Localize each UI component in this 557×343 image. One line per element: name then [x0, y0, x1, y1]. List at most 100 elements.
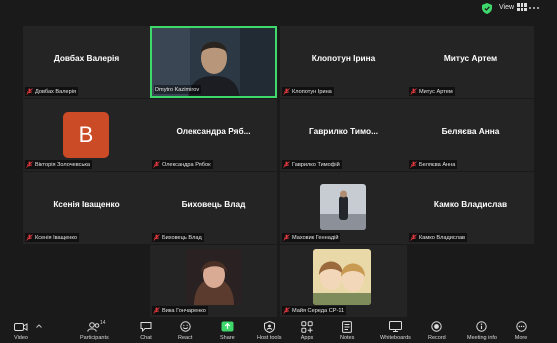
react-button[interactable]: React [178, 321, 192, 341]
more-button[interactable]: More [514, 321, 528, 341]
whiteboards-button[interactable]: Whiteboards [380, 321, 411, 341]
record-label: Record [428, 335, 446, 341]
participant-name-label: Митус Артем [409, 87, 455, 96]
participant-name-label: Камко Владислав [409, 233, 468, 242]
participant-name: Биховець Влад [162, 234, 202, 241]
participant-tile[interactable]: Камко Владислав Камко Владислав [407, 172, 534, 244]
participant-name-label: Майя Середа СР-11 [282, 306, 347, 315]
participants-label: Participants [80, 335, 109, 341]
participant-name-label: Биховець Влад [152, 233, 204, 242]
participant-name: Митус Артем [419, 88, 453, 95]
participant-tile[interactable]: Майя Середа СР-11 [280, 245, 407, 317]
zoom-meeting-window: View Довбах Валерія Довбах Валерія Dmytr… [0, 0, 557, 343]
smiley-icon [178, 321, 192, 332]
self-name: Dmytro Kazimirov [155, 86, 200, 93]
participant-name-label: Вікторія Золочевська [25, 160, 93, 169]
video-camera-icon [14, 321, 28, 332]
participant-name: Вика Гончаренко [162, 307, 206, 314]
participant-display-name: Довбах Валерія [53, 53, 120, 63]
participant-tile[interactable]: Клопотун Ірина Клопотун Ірина [280, 26, 407, 98]
participant-tile[interactable]: Вика Гончаренко [150, 245, 277, 317]
participant-name: Маховик Геннадій [292, 234, 339, 241]
video-button[interactable]: Video [14, 321, 28, 341]
chat-button[interactable]: Chat [139, 321, 153, 341]
participant-name-label: Клопотун Ірина [282, 87, 334, 96]
participants-count: 14 [100, 320, 106, 326]
participant-display-name: Беляєва Анна [441, 126, 500, 136]
participant-tile[interactable]: Беляєва Анна Беляєва Анна [407, 99, 534, 171]
notes-label: Notes [340, 335, 355, 341]
mic-muted-icon [153, 161, 160, 168]
participant-display-name: Гаврилко Тимо... [308, 126, 379, 136]
mic-muted-icon [410, 88, 417, 95]
chevron-up-icon [36, 324, 42, 328]
participant-name: Майя Середа СР-11 [292, 307, 345, 314]
mic-muted-icon [283, 234, 290, 241]
chat-bubble-icon [139, 321, 153, 332]
participant-display-name: Олександра Ряб... [176, 126, 251, 136]
mic-muted-icon [26, 161, 33, 168]
more-dots-icon [514, 321, 528, 332]
notes-icon [340, 320, 354, 333]
apps-button[interactable]: Apps [300, 320, 314, 341]
whiteboard-icon [388, 321, 402, 332]
participant-profile-photo [313, 249, 371, 305]
participant-tile[interactable]: Маховик Геннадій [280, 172, 407, 244]
participant-tile[interactable]: Биховець Влад Биховець Влад [150, 172, 277, 244]
participant-display-name: Камко Владислав [433, 199, 508, 209]
host-tools-button[interactable]: Host tools [257, 320, 282, 341]
mic-muted-icon [283, 88, 290, 95]
participant-profile-photo [320, 184, 366, 230]
participant-name-label: Ксенія Іващенко [25, 233, 80, 242]
mic-muted-icon [26, 88, 33, 95]
participant-tile[interactable]: Митус Артем Митус Артем [407, 26, 534, 98]
self-view-tile[interactable]: Dmytro Kazimirov [150, 26, 277, 98]
view-label: View [499, 3, 515, 11]
participant-name: Камко Владислав [419, 234, 466, 241]
participant-name-label: Маховик Геннадій [282, 233, 341, 242]
participant-tile[interactable]: Гаврилко Тимо... Гаврилко Тимофій [280, 99, 407, 171]
meeting-toolbar: Video 14 Participants Chat React Share H… [0, 319, 557, 343]
participant-tile[interactable]: Ксенія Іващенко Ксенія Іващенко [23, 172, 150, 244]
apps-label: Apps [300, 335, 314, 341]
react-label: React [178, 335, 193, 341]
participant-tile[interactable]: B Вікторія Золочевська [23, 99, 150, 171]
participant-name: Беляєва Анна [419, 161, 456, 168]
chat-label: Chat [140, 335, 152, 341]
notes-button[interactable]: Notes [340, 320, 355, 341]
participant-name-label: Довбах Валерія [25, 87, 79, 96]
host-tools-label: Host tools [257, 335, 282, 341]
participant-name: Ксенія Іващенко [35, 234, 78, 241]
participant-display-name: Митус Артем [443, 53, 498, 63]
participant-display-name: Ксенія Іващенко [53, 199, 120, 209]
participants-button[interactable]: 14 Participants [80, 320, 109, 341]
participant-tile[interactable]: Олександра Ряб... Олександра Рябок [150, 99, 277, 171]
participant-name-label: Беляєва Анна [409, 160, 458, 169]
share-screen-icon [220, 321, 234, 332]
participant-name: Вікторія Золочевська [35, 161, 91, 168]
video-options-chevron[interactable] [36, 324, 42, 328]
record-button[interactable]: Record [428, 321, 446, 341]
mic-muted-icon [153, 307, 160, 314]
top-bar: View [0, 0, 557, 18]
mic-muted-icon [26, 234, 33, 241]
share-button[interactable]: Share [220, 321, 235, 341]
apps-icon [300, 320, 314, 333]
mic-muted-icon [410, 161, 417, 168]
more-options-icon[interactable] [523, 3, 545, 12]
participant-display-name: Биховець Влад [181, 199, 246, 209]
participant-display-name: Клопотун Ірина [311, 53, 376, 63]
host-shield-icon [262, 320, 276, 333]
participant-name-label: Вика Гончаренко [152, 306, 208, 315]
whiteboards-label: Whiteboards [380, 335, 411, 341]
participant-tile[interactable]: Довбах Валерія Довбах Валерія [23, 26, 150, 98]
video-label: Video [14, 335, 28, 341]
meeting-info-button[interactable]: Meeting info [467, 321, 497, 341]
mic-muted-icon [410, 234, 417, 241]
encryption-shield-icon[interactable] [482, 3, 492, 14]
self-name-label: Dmytro Kazimirov [154, 85, 202, 94]
participant-name: Клопотун Ірина [292, 88, 332, 95]
mic-muted-icon [283, 161, 290, 168]
more-label: More [514, 335, 528, 341]
participant-avatar: B [63, 112, 109, 158]
